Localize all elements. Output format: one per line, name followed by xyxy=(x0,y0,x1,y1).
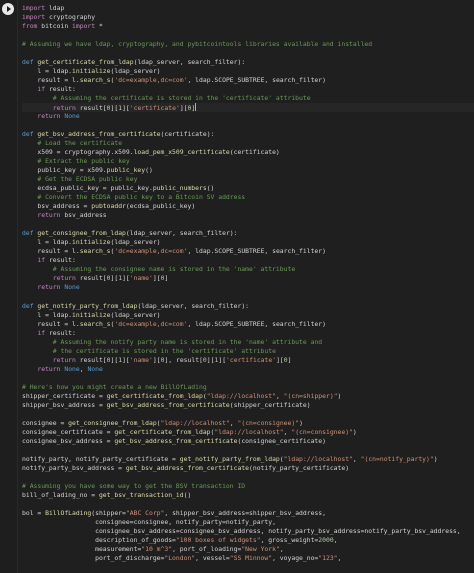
text-cursor xyxy=(195,103,197,112)
code-line[interactable]: public_key = x509.public_key() xyxy=(22,166,474,175)
code-line[interactable]: # Assuming you have some way to get the … xyxy=(22,482,474,491)
code-line[interactable]: notify_party, notify_party_certificate =… xyxy=(22,455,474,464)
code-line[interactable]: l = ldap.initialize(ldap_server) xyxy=(22,311,474,320)
code-line[interactable]: x509 = cryptography.x509.load_pem_x509_c… xyxy=(22,148,474,157)
code-line[interactable]: ​ xyxy=(22,410,474,419)
code-line[interactable]: # Convert the ECDSA public key to a Bitc… xyxy=(22,193,474,202)
code-line[interactable]: def get_consignee_from_ldap(ldap_server,… xyxy=(22,229,474,238)
code-line[interactable]: import cryptography xyxy=(22,13,474,22)
code-line[interactable]: # Load the certificate xyxy=(22,139,474,148)
code-line[interactable]: notify_party_bsv_address = get_bsv_addre… xyxy=(22,464,474,473)
code-line[interactable]: ​ xyxy=(22,49,474,58)
code-line[interactable]: # Assuming the certificate is stored in … xyxy=(22,94,474,103)
code-line[interactable]: def get_bsv_address_from_certificate(cer… xyxy=(22,130,474,139)
code-line[interactable]: bol = BillOfLading(shipper="ABC Corp", s… xyxy=(22,509,474,518)
code-line[interactable]: from bitcoin import * xyxy=(22,22,474,31)
code-text[interactable]: import ldap import cryptography from bitco… xyxy=(22,4,474,563)
code-line[interactable]: result = l.search_s('dc=example,dc=com',… xyxy=(22,320,474,329)
code-line[interactable]: return bsv_address xyxy=(22,211,474,220)
code-line[interactable]: description_of_goods="100 boxes of widge… xyxy=(22,536,474,545)
code-line[interactable]: result = l.search_s('dc=example,dc=com',… xyxy=(22,76,474,85)
code-line[interactable]: # Assuming we have ldap, cryptography, a… xyxy=(22,40,474,49)
code-line[interactable]: bsv_address = pubtoaddr(ecdsa_public_key… xyxy=(22,202,474,211)
code-line[interactable]: ​ xyxy=(22,500,474,509)
code-line[interactable]: ​ xyxy=(22,220,474,229)
code-line[interactable]: # Extract the public key xyxy=(22,157,474,166)
code-line[interactable]: shipper_bsv_address = get_bsv_address_fr… xyxy=(22,401,474,410)
code-line[interactable]: return None, None xyxy=(22,365,474,374)
code-line[interactable]: l = ldap.initialize(ldap_server) xyxy=(22,67,474,76)
code-line[interactable]: # Assuming the notify party name is stor… xyxy=(22,338,474,347)
code-line[interactable]: ​ xyxy=(22,31,474,40)
code-line[interactable]: return None xyxy=(22,112,474,121)
code-line[interactable]: # Here's how you might create a new Bill… xyxy=(22,383,474,392)
code-line[interactable]: if result: xyxy=(22,85,474,94)
code-line[interactable]: if result: xyxy=(22,329,474,338)
code-line[interactable]: # the certificate is stored in the 'cert… xyxy=(22,347,474,356)
code-line[interactable]: result = l.search_s('dc=example,dc=com',… xyxy=(22,247,474,256)
code-line[interactable]: return result[0][1]['name'][0], result[0… xyxy=(22,356,474,365)
code-line[interactable]: import ldap xyxy=(22,4,474,13)
cell-gutter xyxy=(0,0,16,573)
code-line[interactable]: ​ xyxy=(22,374,474,383)
code-line[interactable]: l = ldap.initialize(ldap_server) xyxy=(22,238,474,247)
code-line[interactable]: ​ xyxy=(22,473,474,482)
code-cell: import ldap import cryptography from bitco… xyxy=(0,0,474,573)
code-line[interactable]: consignee = get_consignee_from_ldap("lda… xyxy=(22,419,474,428)
run-cell-button[interactable] xyxy=(2,3,14,15)
code-line[interactable]: return None xyxy=(22,283,474,292)
code-line[interactable]: ecdsa_public_key = public_key.public_num… xyxy=(22,184,474,193)
code-line[interactable]: if result: xyxy=(22,256,474,265)
code-line[interactable]: return result[0][1]['name'][0] xyxy=(22,274,474,283)
code-line[interactable]: consignee_bsv_address=consignee_bsv_addr… xyxy=(22,527,474,536)
code-line[interactable]: # Get the ECDSA public key xyxy=(22,175,474,184)
code-line[interactable]: consignee_certificate = get_certificate_… xyxy=(22,428,474,437)
code-line[interactable]: port_of_discharge="London", vessel="SS M… xyxy=(22,554,474,563)
code-line[interactable]: ​ xyxy=(22,293,474,302)
code-line[interactable]: measurement="10 m^3", port_of_loading="N… xyxy=(22,545,474,554)
code-line[interactable]: ​ xyxy=(22,446,474,455)
code-line[interactable]: return result[0][1]['certificate'][0] xyxy=(22,103,474,113)
code-line[interactable]: def get_certificate_from_ldap(ldap_serve… xyxy=(22,58,474,67)
code-line[interactable]: bill_of_lading_no = get_bsv_transaction_… xyxy=(22,491,474,500)
code-line[interactable]: # Assuming the consignee name is stored … xyxy=(22,265,474,274)
code-line[interactable]: consignee_bsv_address = get_bsv_address_… xyxy=(22,437,474,446)
code-line[interactable]: shipper_certificate = get_certificate_fr… xyxy=(22,392,474,401)
code-line[interactable]: consignee=consignee, notify_party=notify… xyxy=(22,518,474,527)
code-line[interactable]: def get_notify_party_from_ldap(ldap_serv… xyxy=(22,302,474,311)
code-editor[interactable]: import ldap import cryptography from bitco… xyxy=(17,0,474,573)
code-line[interactable]: ​ xyxy=(22,121,474,130)
